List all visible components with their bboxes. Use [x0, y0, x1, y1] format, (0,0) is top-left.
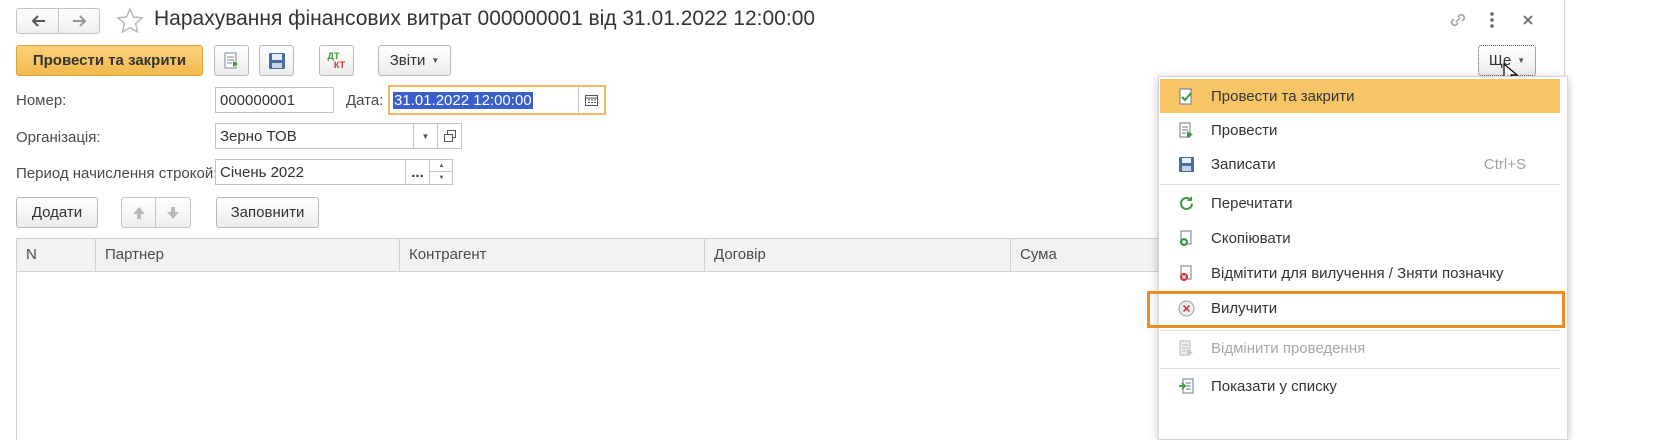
- menu-item-refresh[interactable]: Перечитати: [1160, 186, 1560, 220]
- forward-button[interactable]: [59, 9, 100, 33]
- delete-item-highlight-outline: [1147, 291, 1565, 328]
- menu-item-post-and-close[interactable]: Провести та закрити: [1160, 79, 1560, 113]
- menu-item-label: Відмінити проведення: [1211, 339, 1366, 357]
- post-icon: [1178, 122, 1195, 139]
- save-button[interactable]: [259, 45, 294, 76]
- menu-item-save[interactable]: Записати Ctrl+S: [1160, 147, 1560, 181]
- shortcut-label: Ctrl+S: [1483, 155, 1526, 173]
- menu-item-show-in-list[interactable]: Показати у списку: [1160, 369, 1560, 403]
- period-choose-button[interactable]: ...: [405, 160, 429, 184]
- more-dropdown-menu: Провести та закрити Провести Записати Ct…: [1158, 76, 1568, 440]
- move-up-button[interactable]: [122, 198, 156, 227]
- back-button[interactable]: [17, 9, 59, 33]
- link-icon: [1450, 13, 1466, 27]
- menu-item-label: Показати у списку: [1211, 377, 1337, 395]
- save-icon: [268, 52, 285, 69]
- move-buttons: [121, 197, 191, 228]
- organization-open-button[interactable]: [437, 124, 461, 148]
- menu-item-copy[interactable]: Скопіювати: [1160, 221, 1560, 255]
- calendar-button[interactable]: [578, 87, 604, 113]
- date-label: Дата:: [346, 92, 384, 109]
- arrow-up-icon: [132, 206, 145, 219]
- vertical-dots-icon: [1490, 12, 1494, 28]
- show-in-list-icon: [1178, 378, 1195, 395]
- window-title: Нарахування фінансових витрат 000000001 …: [154, 7, 816, 30]
- menu-item-label: Провести: [1211, 121, 1278, 139]
- menu-item-label: Перечитати: [1211, 194, 1293, 212]
- menu-item-label: Записати: [1211, 155, 1276, 173]
- menu-item-post[interactable]: Провести: [1160, 113, 1560, 147]
- stepper-down-icon[interactable]: ▼: [430, 172, 453, 184]
- column-header-contract[interactable]: Договір: [705, 239, 1011, 271]
- copy-icon: [1178, 230, 1195, 247]
- calendar-icon: [585, 95, 598, 106]
- kt-label: КТ: [333, 59, 346, 70]
- move-down-button[interactable]: [156, 198, 190, 227]
- table-header: N Партнер Контрагент Договір Сума: [16, 238, 1176, 272]
- back-arrow-icon: [31, 15, 45, 27]
- menu-item-unpost: Відмінити проведення: [1160, 331, 1560, 365]
- save-icon: [1178, 156, 1195, 173]
- organization-input[interactable]: Зерно ТОВ ▼: [215, 123, 462, 149]
- unpost-icon: [1178, 340, 1195, 357]
- period-stepper[interactable]: ▲ ▼: [429, 160, 453, 184]
- column-header-partner[interactable]: Партнер: [96, 239, 400, 271]
- period-input[interactable]: Січень 2022 ... ▲ ▼: [215, 159, 453, 185]
- close-button[interactable]: [1520, 11, 1536, 29]
- column-header-n[interactable]: N: [17, 239, 96, 271]
- link-button[interactable]: [1447, 10, 1469, 30]
- date-value: 31.01.2022 12:00:00: [393, 91, 533, 109]
- date-input[interactable]: 31.01.2022 12:00:00: [388, 85, 606, 115]
- post-button[interactable]: [214, 45, 249, 76]
- period-label: Период начислення строкой:: [16, 165, 218, 182]
- stepper-up-icon[interactable]: ▲: [430, 160, 453, 172]
- fill-button[interactable]: Заповнити: [216, 197, 319, 228]
- mark-delete-icon: [1178, 265, 1195, 282]
- open-form-icon: [443, 130, 456, 142]
- organization-label: Організація:: [16, 129, 101, 146]
- menu-item-label: Відмітити для вилучення / Зняти позначку: [1211, 264, 1504, 282]
- close-icon: [1523, 15, 1533, 25]
- menu-item-mark-for-deletion[interactable]: Відмітити для вилучення / Зняти позначку: [1160, 256, 1560, 290]
- organization-value: Зерно ТОВ: [220, 127, 297, 145]
- menu-item-label: Скопіювати: [1211, 229, 1291, 247]
- dt-kt-button[interactable]: ДТ КТ: [319, 45, 354, 76]
- column-header-sum[interactable]: Сума: [1011, 239, 1177, 271]
- organization-dropdown-button[interactable]: ▼: [413, 124, 437, 148]
- number-input[interactable]: 000000001: [215, 87, 334, 113]
- menu-item-label: Провести та закрити: [1211, 87, 1355, 105]
- reports-dropdown-button[interactable]: Звіти ▼: [378, 45, 451, 76]
- post-icon: [224, 52, 238, 68]
- add-row-button[interactable]: Додати: [16, 197, 98, 228]
- reports-label: Звіти: [389, 52, 426, 69]
- post-close-icon: [1178, 88, 1195, 105]
- star-icon: [116, 7, 144, 34]
- period-value: Січень 2022: [220, 163, 304, 181]
- forward-arrow-icon: [72, 15, 86, 27]
- menu-separator: [1160, 184, 1560, 185]
- number-label: Номер:: [16, 92, 67, 109]
- more-actions-button[interactable]: [1484, 10, 1500, 30]
- chevron-down-icon: ▼: [431, 56, 440, 65]
- refresh-icon: [1178, 195, 1195, 212]
- favorite-star-button[interactable]: [115, 6, 145, 36]
- post-and-close-button[interactable]: Провести та закрити: [16, 45, 203, 76]
- arrow-down-icon: [167, 206, 179, 219]
- table-body[interactable]: [16, 271, 1176, 440]
- column-header-counterparty[interactable]: Контрагент: [400, 239, 705, 271]
- nav-buttons: [16, 8, 100, 34]
